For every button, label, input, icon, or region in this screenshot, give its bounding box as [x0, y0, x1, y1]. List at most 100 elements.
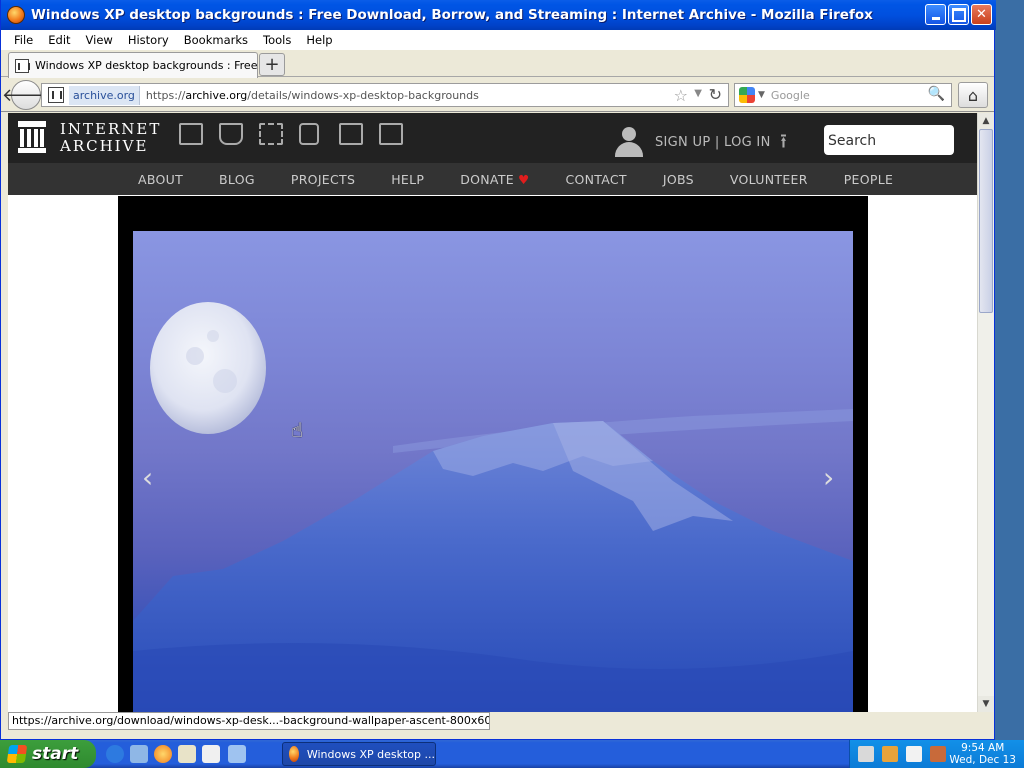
- mountain-moon-illustration: [133, 302, 853, 712]
- nav-help[interactable]: HELP: [391, 172, 424, 187]
- menu-bookmarks[interactable]: Bookmarks: [177, 33, 256, 47]
- web-icon[interactable]: [179, 123, 203, 145]
- bookmark-star-icon[interactable]: ☆: [674, 86, 688, 105]
- url-bar[interactable]: archive.org https://archive.org/details/…: [41, 83, 729, 107]
- next-image-button[interactable]: ›: [823, 461, 834, 494]
- show-desktop-icon[interactable]: [130, 745, 148, 763]
- system-tray: 9:54 AM Wed, Dec 13: [849, 740, 1024, 768]
- url-text[interactable]: https://archive.org/details/windows-xp-d…: [140, 89, 479, 102]
- nav-volunteer[interactable]: VOLUNTEER: [730, 172, 808, 187]
- start-button[interactable]: start: [0, 740, 96, 768]
- reload-icon[interactable]: ↻: [709, 85, 722, 104]
- messenger-quicklaunch-icon[interactable]: [228, 745, 246, 763]
- tab-strip: Windows XP desktop backgrounds : Free Do…: [1, 50, 994, 78]
- vertical-scrollbar[interactable]: ▲ ▼: [977, 113, 994, 712]
- nav-blog[interactable]: BLOG: [219, 172, 255, 187]
- minimize-icon: [926, 5, 945, 24]
- navigation-toolbar: 🡐 archive.org https://archive.org/detail…: [1, 78, 994, 112]
- tab-active[interactable]: Windows XP desktop backgrounds : Free Do…: [8, 52, 258, 78]
- menu-tools[interactable]: Tools: [256, 33, 299, 47]
- minimize-button[interactable]: [925, 4, 946, 25]
- audio-icon[interactable]: [299, 123, 319, 145]
- clock[interactable]: 9:54 AM Wed, Dec 13: [949, 742, 1016, 766]
- url-path: /details/windows-xp-desktop-backgrounds: [247, 88, 479, 102]
- title-bar[interactable]: Windows XP desktop backgrounds : Free Do…: [1, 0, 996, 30]
- ia-brand-line2: ARCHIVE: [60, 137, 149, 155]
- images-icon[interactable]: [379, 123, 403, 145]
- taskbar-firefox-item[interactable]: Windows XP desktop ...: [282, 742, 436, 766]
- window-title: Windows XP desktop backgrounds : Free Do…: [31, 7, 873, 23]
- texts-icon[interactable]: [219, 123, 243, 145]
- history-dropdown-icon[interactable]: ▼: [694, 88, 702, 99]
- ia-header: INTERNET ARCHIVE SIGN UP | LOG IN ⭱ Sear…: [8, 113, 977, 163]
- menu-view[interactable]: View: [79, 33, 121, 47]
- plus-icon: +: [264, 54, 280, 75]
- menu-file[interactable]: File: [7, 33, 41, 47]
- scroll-thumb[interactable]: [979, 129, 993, 313]
- back-button[interactable]: 🡐: [2, 80, 50, 110]
- ie-quicklaunch-icon[interactable]: [106, 745, 124, 763]
- start-label: start: [32, 744, 79, 764]
- maximize-icon: [949, 5, 968, 24]
- signup-login-link[interactable]: SIGN UP | LOG IN: [655, 135, 771, 150]
- engine-dropdown-icon[interactable]: ▼: [758, 90, 765, 100]
- menu-history[interactable]: History: [121, 33, 177, 47]
- nav-jobs[interactable]: JOBS: [663, 172, 694, 187]
- search-placeholder: Google: [770, 88, 810, 102]
- prev-image-button[interactable]: ‹: [142, 461, 153, 494]
- search-bar[interactable]: ▼ Google 🔍: [734, 83, 952, 107]
- menu-edit[interactable]: Edit: [41, 33, 78, 47]
- ia-search-input[interactable]: Search: [824, 125, 954, 155]
- scroll-down-button[interactable]: ▼: [978, 696, 994, 712]
- arrow-down-icon: ▼: [982, 699, 990, 709]
- nav-contact[interactable]: CONTACT: [565, 172, 626, 187]
- close-button[interactable]: ✕: [971, 4, 992, 25]
- ia-brand-line1: INTERNET: [60, 120, 162, 138]
- firefox-icon: [7, 6, 25, 24]
- identity-domain[interactable]: archive.org: [69, 85, 140, 105]
- firefox-window: Windows XP desktop backgrounds : Free Do…: [0, 0, 996, 740]
- video-icon[interactable]: [259, 123, 283, 145]
- google-engine-icon[interactable]: [739, 87, 755, 103]
- menu-bar: File Edit View History Bookmarks Tools H…: [1, 30, 994, 50]
- upload-icon[interactable]: ⭱: [780, 127, 787, 161]
- notepad-quicklaunch-icon[interactable]: [178, 745, 196, 763]
- nav-people[interactable]: PEOPLE: [844, 172, 893, 187]
- url-prefix: https://: [145, 88, 186, 102]
- arrow-up-icon: ▲: [982, 116, 990, 126]
- nav-projects[interactable]: PROJECTS: [291, 172, 355, 187]
- ia-brand[interactable]: INTERNET ARCHIVE: [60, 121, 161, 155]
- windows-flag-icon: [6, 745, 28, 763]
- hand-cursor-icon: ☝: [291, 418, 304, 442]
- site-identity-icon[interactable]: [48, 87, 64, 103]
- nav-donate[interactable]: DONATE ♥: [460, 172, 529, 187]
- clock-time: 9:54 AM: [961, 742, 1005, 754]
- software-icon[interactable]: [339, 123, 363, 145]
- page-content: INTERNET ARCHIVE SIGN UP | LOG IN ⭱ Sear…: [8, 113, 977, 712]
- taskbar-item-label: Windows XP desktop ...: [306, 747, 435, 761]
- new-tab-button[interactable]: +: [259, 53, 285, 76]
- menu-help[interactable]: Help: [299, 33, 340, 47]
- firefox-quicklaunch-icon[interactable]: [154, 745, 172, 763]
- clock-date: Wed, Dec 13: [949, 754, 1016, 766]
- nav-about[interactable]: ABOUT: [138, 172, 183, 187]
- maximize-button[interactable]: [948, 4, 969, 25]
- magnifier-icon[interactable]: 🔍: [928, 86, 945, 102]
- image-viewer: ‹ ›: [118, 196, 868, 712]
- firefox-task-icon: [289, 746, 299, 762]
- network-tray-icon[interactable]: [858, 746, 874, 762]
- taskbar: start Windows XP desktop ... 9:54 AM Wed…: [0, 740, 1024, 768]
- heart-icon: ♥: [517, 171, 530, 187]
- home-button[interactable]: ⌂: [958, 82, 988, 108]
- url-host: archive.org: [185, 88, 248, 102]
- clipboard-tray-icon[interactable]: [906, 746, 922, 762]
- app-tray-icon[interactable]: [882, 746, 898, 762]
- tab-label: Windows XP desktop backgrounds : Free Do…: [35, 59, 257, 72]
- ia-logo-icon[interactable]: [18, 121, 46, 153]
- scroll-up-button[interactable]: ▲: [978, 113, 994, 129]
- status-bar: https://archive.org/download/windows-xp-…: [8, 712, 490, 730]
- search-quicklaunch-icon[interactable]: [202, 745, 220, 763]
- security-tray-icon[interactable]: [930, 746, 946, 762]
- wallpaper-image[interactable]: [133, 231, 853, 712]
- user-icon[interactable]: [615, 127, 643, 159]
